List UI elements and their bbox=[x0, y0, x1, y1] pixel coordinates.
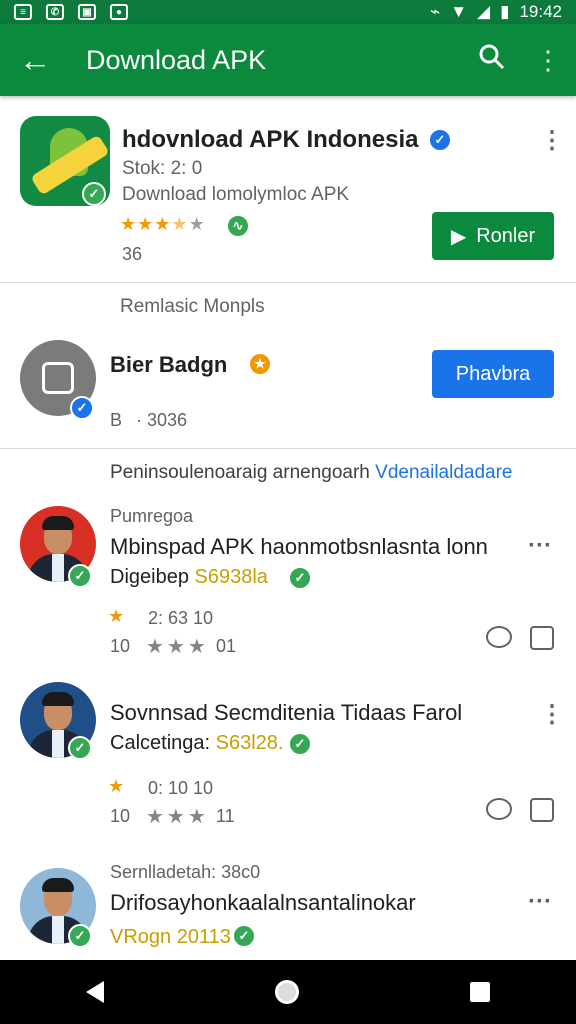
developer-name: Bier Badgn bbox=[110, 352, 228, 377]
nav-recents-icon[interactable] bbox=[470, 982, 491, 1002]
feed-header: Peninsoulenoaraig arnengoarh Vdenailalda… bbox=[110, 462, 513, 484]
more-vert-icon[interactable]: ⋮ bbox=[540, 126, 564, 155]
app-stock: Stok: 2: 0 bbox=[122, 158, 203, 179]
feed-header-text: Peninsoulenoaraig arnengoarh bbox=[110, 462, 370, 483]
follow-button[interactable]: Phavbra bbox=[432, 350, 554, 398]
install-button-label: Ronler bbox=[476, 224, 536, 247]
verified-check-icon: ✓ bbox=[68, 736, 92, 760]
more-vert-icon[interactable]: ⋮ bbox=[540, 700, 564, 729]
feed-item-subtitle: Calcetinga: S63l28. bbox=[110, 732, 284, 754]
calendar-icon[interactable] bbox=[530, 798, 554, 822]
rating-stars: ★★★ bbox=[146, 636, 209, 658]
app-bar-title: Download APK bbox=[86, 44, 267, 75]
more-vert-icon[interactable]: ⋮ bbox=[520, 45, 576, 76]
feed-item-label: Sernlladetah: 38c0 bbox=[110, 862, 261, 882]
rating-count: 36 bbox=[122, 244, 143, 264]
developer-meta-right: · 3036 bbox=[136, 410, 188, 430]
whatsapp-icon: ✆ bbox=[46, 4, 64, 20]
vibrate-icon: ⌁ bbox=[429, 2, 441, 21]
app-bar: ← Download APK ⋮ bbox=[0, 24, 576, 96]
arrow-left-icon[interactable]: ← bbox=[0, 24, 70, 96]
feed-item-title: Mbinspad APK haonmotbsnlasnta lonn bbox=[110, 534, 488, 559]
app-card: ✓ hdovnload APK Indonesia ✓ ⋮ Stok: 2: 0… bbox=[0, 96, 576, 282]
feed-item-stats-count: 10 bbox=[110, 636, 131, 656]
app-name: hdovnload APK Indonesia bbox=[122, 126, 419, 153]
calendar-icon[interactable] bbox=[530, 626, 554, 650]
verified-check-icon: ✓ bbox=[82, 182, 106, 206]
feed-item-stats: 2: 63 10 bbox=[148, 608, 214, 628]
feed-item-stats-extra: 01 bbox=[216, 636, 237, 656]
verified-check-icon: ✓ bbox=[232, 924, 256, 948]
app-description: Download lomolymloc APK bbox=[122, 184, 350, 205]
feed-item-title: Drifosayhonkaalalnsantalinokar bbox=[110, 890, 416, 915]
search-icon[interactable] bbox=[464, 43, 520, 78]
verified-check-icon: ✓ bbox=[288, 732, 312, 756]
install-button[interactable]: ▶ Ronler bbox=[432, 212, 554, 260]
divider bbox=[0, 282, 576, 283]
verified-blue-icon: ✓ bbox=[428, 128, 452, 152]
comment-icon[interactable] bbox=[486, 798, 512, 820]
developer-meta-left: B bbox=[110, 410, 123, 430]
bag-icon: ● bbox=[110, 4, 128, 20]
feed-item[interactable]: ✓ Sovnnsad Secmditenia Tidaas Farol ⋮ Ca… bbox=[0, 676, 576, 856]
wifi-icon: ▼ bbox=[450, 2, 468, 21]
verified-check-icon: ✓ bbox=[68, 564, 92, 588]
status-bar: ≡ ✆ ▣ ● ⌁ ▼ ◢ ▮ 19:42 bbox=[0, 0, 576, 24]
feed-item-stats-count: 10 bbox=[110, 806, 131, 826]
trend-icon: ∿ bbox=[226, 214, 250, 238]
more-horiz-icon[interactable]: ··· bbox=[528, 532, 552, 560]
feed-item-subtitle: Digeibep S6938la bbox=[110, 566, 268, 588]
more-horiz-icon[interactable]: ··· bbox=[528, 888, 552, 916]
star-badge-icon: ★ bbox=[248, 352, 272, 376]
feed-item[interactable]: ✓ Pumregoa Mbinspad APK haonmotbsnlasnta… bbox=[0, 496, 576, 676]
developer-row[interactable]: ✓ Bier Badgn ★ B · 3036 Phavbra bbox=[0, 324, 576, 448]
verified-blue-icon: ✓ bbox=[70, 396, 94, 420]
nav-home-icon[interactable] bbox=[274, 980, 299, 1004]
battery-icon: ▮ bbox=[500, 2, 510, 21]
divider bbox=[0, 448, 576, 449]
feed-header-link[interactable]: Vdenailaldadare bbox=[375, 462, 512, 483]
verified-check-icon: ✓ bbox=[68, 924, 92, 948]
status-time: 19:42 bbox=[519, 2, 562, 21]
feed-item-stats-extra: 11 bbox=[216, 806, 235, 826]
rating-stars: ★★★★★ bbox=[120, 214, 206, 234]
star-icon: ★ bbox=[108, 776, 126, 796]
section-header: Remlasic Monpls bbox=[120, 296, 265, 317]
star-icon: ★ bbox=[108, 606, 126, 626]
feed-item-subtitle: VRogn 20113 bbox=[110, 926, 231, 948]
gallery-icon: ▣ bbox=[78, 4, 96, 20]
feed-item-label: Pumregoa bbox=[110, 506, 194, 526]
comment-icon[interactable] bbox=[486, 626, 512, 648]
rating-stars: ★★★ bbox=[146, 806, 209, 828]
verified-check-icon: ✓ bbox=[288, 566, 312, 590]
play-icon: ▶ bbox=[450, 225, 467, 248]
notification-icon: ≡ bbox=[14, 4, 32, 20]
signal-icon: ◢ bbox=[477, 2, 491, 21]
system-nav-bar bbox=[0, 960, 576, 1024]
feed-item-title: Sovnnsad Secmditenia Tidaas Farol bbox=[110, 700, 463, 725]
nav-back-icon[interactable] bbox=[85, 981, 104, 1003]
feed-item[interactable]: ✓ Sernlladetah: 38c0 Drifosayhonkaalalns… bbox=[0, 856, 576, 960]
feed-item-stats: 0: 10 10 bbox=[148, 778, 214, 798]
